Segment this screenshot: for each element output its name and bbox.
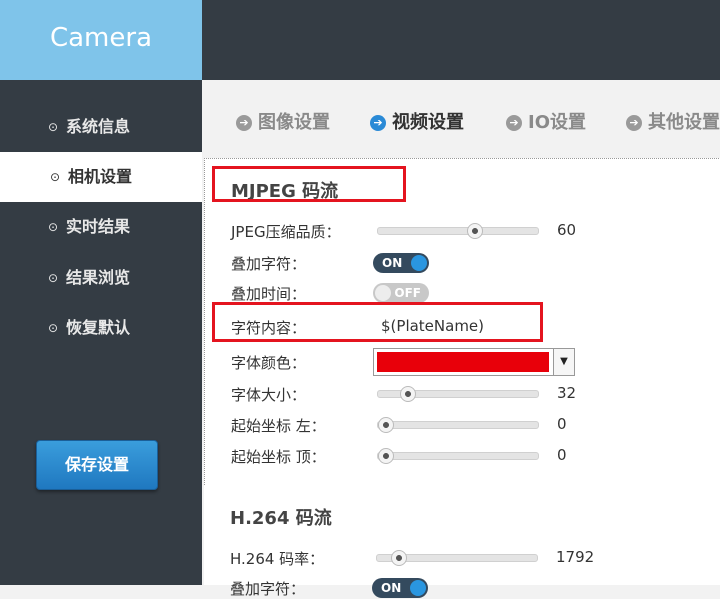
start-left-slider[interactable] <box>377 417 539 433</box>
font-size-label: 字体大小： <box>231 386 307 404</box>
tab-video-settings[interactable]: ➔ 视频设置 <box>370 108 464 134</box>
start-top-label: 起始坐标 顶： <box>231 448 326 466</box>
sidebar-item-restore-default[interactable]: ⊙ 恢复默认 <box>0 303 202 353</box>
sidebar-item-label: 相机设置 <box>68 167 133 186</box>
highlight-mjpeg-heading <box>212 166 406 202</box>
overlay-text-label: 叠加字符： <box>231 255 307 273</box>
start-left-value: 0 <box>557 415 567 433</box>
color-swatch <box>377 352 549 372</box>
tab-bar: ➔ 图像设置 ➔ 视频设置 ➔ IO设置 ➔ 其他设置 <box>202 80 720 158</box>
toggle-state: ON <box>382 256 403 270</box>
tab-label: 其他设置 <box>648 112 720 133</box>
font-size-slider[interactable] <box>377 386 539 402</box>
font-color-select[interactable]: ▼ <box>373 348 575 376</box>
h264-bitrate-value: 1792 <box>556 548 595 566</box>
h264-overlay-text-toggle[interactable]: ON <box>372 578 428 598</box>
toggle-knob <box>410 580 426 596</box>
h264-overlay-text-label: 叠加字符： <box>230 580 306 598</box>
h264-bitrate-slider[interactable] <box>376 550 538 566</box>
sidebar-item-label: 实时结果 <box>66 217 131 236</box>
arrow-circle-icon: ➔ <box>506 115 522 131</box>
overlay-time-label: 叠加时间： <box>231 285 307 303</box>
circle-dot-icon: ⊙ <box>48 271 59 285</box>
arrow-circle-icon: ➔ <box>236 115 252 131</box>
toggle-state: OFF <box>394 286 421 300</box>
font-color-label: 字体颜色： <box>231 354 307 372</box>
sidebar-item-camera-settings[interactable]: ⊙ 相机设置 <box>0 152 202 202</box>
slider-handle[interactable] <box>378 448 394 464</box>
jpeg-quality-value: 60 <box>557 221 577 239</box>
circle-dot-icon: ⊙ <box>48 321 59 335</box>
chevron-down-icon[interactable]: ▼ <box>553 349 574 375</box>
overlay-text-toggle[interactable]: ON <box>373 253 429 273</box>
tab-other-settings[interactable]: ➔ 其他设置 <box>626 108 720 134</box>
arrow-circle-icon: ➔ <box>370 115 386 131</box>
jpeg-quality-label: JPEG压缩品质： <box>231 223 341 241</box>
start-top-value: 0 <box>557 446 567 464</box>
arrow-circle-icon: ➔ <box>626 115 642 131</box>
tab-io-settings[interactable]: ➔ IO设置 <box>506 108 586 134</box>
toggle-knob <box>375 285 391 301</box>
sidebar-item-system-info[interactable]: ⊙ 系统信息 <box>0 102 202 152</box>
h264-panel: H.264 码流 H.264 码率： 1792 叠加字符： ON <box>204 486 720 598</box>
font-size-value: 32 <box>557 384 577 402</box>
tab-label: 图像设置 <box>258 112 330 133</box>
save-settings-button[interactable]: 保存设置 <box>36 440 158 490</box>
tab-image-settings[interactable]: ➔ 图像设置 <box>236 108 330 134</box>
sidebar: ⊙ 系统信息 ⊙ 相机设置 ⊙ 实时结果 ⊙ 结果浏览 ⊙ 恢复默认 <box>0 80 202 585</box>
slider-handle[interactable] <box>467 223 483 239</box>
slider-handle[interactable] <box>378 417 394 433</box>
app-title: Camera <box>0 0 202 80</box>
toggle-state: ON <box>381 581 402 595</box>
start-left-label: 起始坐标 左： <box>231 417 326 435</box>
highlight-char-content <box>212 302 543 342</box>
sidebar-item-label: 恢复默认 <box>66 318 131 337</box>
sidebar-item-result-browse[interactable]: ⊙ 结果浏览 <box>0 253 202 303</box>
slider-handle[interactable] <box>391 550 407 566</box>
start-top-slider[interactable] <box>377 448 539 464</box>
sidebar-item-label: 结果浏览 <box>66 268 131 287</box>
h264-bitrate-label: H.264 码率： <box>230 550 325 568</box>
slider-handle[interactable] <box>400 386 416 402</box>
tab-label: IO设置 <box>528 112 586 133</box>
jpeg-quality-slider[interactable] <box>377 223 539 239</box>
tab-label: 视频设置 <box>392 112 464 133</box>
circle-dot-icon: ⊙ <box>48 220 59 234</box>
sidebar-item-label: 系统信息 <box>66 117 131 136</box>
h264-heading: H.264 码流 <box>230 508 332 529</box>
overlay-time-toggle[interactable]: OFF <box>373 283 429 303</box>
circle-dot-icon: ⊙ <box>48 120 59 134</box>
sidebar-item-realtime-results[interactable]: ⊙ 实时结果 <box>0 202 202 252</box>
toggle-knob <box>411 255 427 271</box>
circle-dot-icon: ⊙ <box>50 170 61 184</box>
